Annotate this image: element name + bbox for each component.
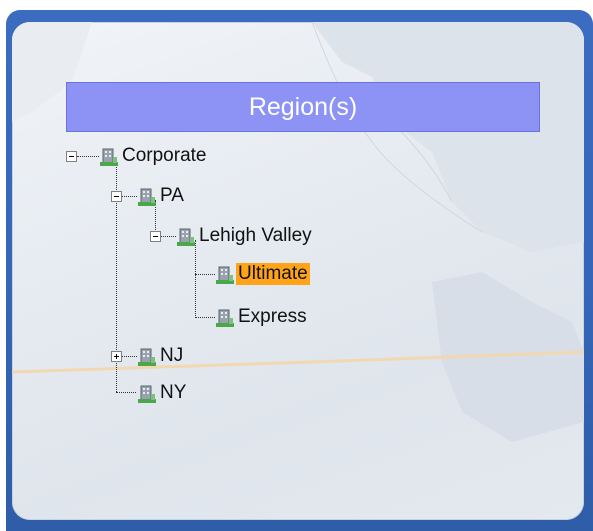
tree-line xyxy=(77,156,99,157)
tree-line xyxy=(195,240,196,318)
expand-toggle-nj[interactable] xyxy=(111,351,122,362)
tree-line xyxy=(195,317,215,318)
tree-node-corporate[interactable]: Corporate xyxy=(100,144,209,168)
region-panel: Region(s) Corporate PA Lehigh Valley Ult… xyxy=(12,22,584,520)
tree-node-label: Corporate xyxy=(122,145,207,166)
tree-node-pa[interactable]: PA xyxy=(138,184,186,208)
building-icon xyxy=(177,226,195,246)
tree-node-ny[interactable]: NY xyxy=(138,381,188,405)
tree-node-ultimate[interactable]: Ultimate xyxy=(216,262,310,286)
tree-line xyxy=(116,392,136,393)
tree-node-label: Express xyxy=(238,306,307,327)
tree-node-label: NJ xyxy=(160,345,184,366)
tree-line xyxy=(160,236,176,237)
tree-node-label: NY xyxy=(160,382,187,403)
building-icon xyxy=(138,383,156,403)
collapse-toggle-corporate[interactable] xyxy=(66,151,77,162)
building-icon xyxy=(138,346,156,366)
tree-line xyxy=(121,356,137,357)
region-tree[interactable]: Corporate PA Lehigh Valley Ultimate Expr… xyxy=(12,22,584,520)
tree-node-label: Lehigh Valley xyxy=(199,225,312,246)
tree-line xyxy=(195,274,215,275)
building-icon xyxy=(216,264,234,284)
collapse-toggle-pa[interactable] xyxy=(111,191,122,202)
tree-node-label-selected: Ultimate xyxy=(236,263,310,285)
tree-node-lehigh-valley[interactable]: Lehigh Valley xyxy=(177,224,314,248)
building-icon xyxy=(100,146,118,166)
collapse-toggle-lehigh-valley[interactable] xyxy=(150,231,161,242)
building-icon xyxy=(216,307,234,327)
tree-node-label: PA xyxy=(160,185,184,206)
tree-node-express[interactable]: Express xyxy=(216,305,309,329)
tree-node-nj[interactable]: NJ xyxy=(138,344,185,368)
building-icon xyxy=(138,186,156,206)
tree-line xyxy=(121,196,137,197)
